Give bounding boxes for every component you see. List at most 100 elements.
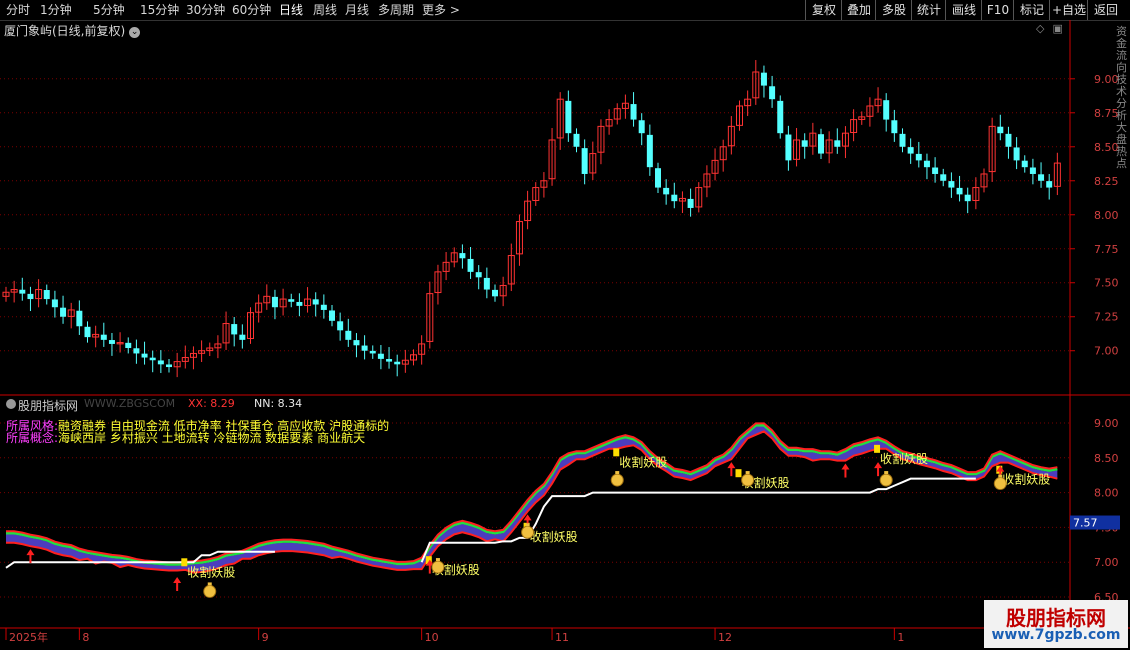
candle-body [915,153,922,161]
candlestick [809,122,817,155]
indicator-header: 股朋指标网 WWW.ZBGSCOM XX: 8.29 NN: 8.34 [0,397,1070,413]
candlestick [386,347,393,369]
candlestick [777,95,784,139]
candlestick [695,182,703,213]
money-bag-icon [431,558,445,574]
candlestick [125,337,132,354]
candlestick [605,109,613,135]
candlestick [51,290,58,318]
up-arrow-icon [727,462,736,477]
candle-body [638,120,645,134]
y-tick-label: 8.25 [1094,175,1119,188]
candlestick [19,277,26,301]
candlestick [108,332,115,356]
candlestick [173,352,181,378]
candlestick [687,188,694,217]
candle-body [899,133,906,147]
candlestick [442,252,450,281]
bag-neck [435,558,440,562]
bag-neck [615,471,620,475]
candle-body [467,258,474,272]
candlestick [532,182,540,206]
candlestick [304,287,312,313]
candlestick [980,168,988,193]
candlestick [1029,158,1036,185]
candlestick [834,128,841,154]
candlestick [369,345,376,359]
candlestick [655,162,661,194]
candlestick [483,267,490,299]
y-axis-sub: 6.507.007.508.008.509.00 [1094,417,1119,604]
candlestick [450,247,458,268]
candlestick [459,244,466,269]
candlestick [353,333,360,358]
candlestick [727,116,735,155]
candle-body [907,147,914,154]
nn-value: NN: 8.34 [254,397,303,410]
bag-neck [525,523,530,527]
candlesticks [2,60,1061,378]
candlestick [84,321,91,343]
candlestick [410,349,417,366]
x-tick-label: 8 [82,631,89,644]
candle-body [1038,174,1045,181]
candlestick [361,335,368,360]
candlestick [288,293,295,308]
candle-body [271,296,278,308]
x-tick-label: 10 [425,631,439,644]
bag-neck [207,582,212,586]
candle-body [108,340,115,344]
candlestick [825,131,833,164]
indicator-name[interactable]: 股朋指标网 [18,397,78,414]
concept-info: 所属概念:海峡西岸 乡村振兴 土地流转 冷链物流 数据要素 商业航天 [6,429,365,446]
candle-body [663,187,670,195]
candle-body [777,100,784,134]
up-arrow-icon [841,463,850,478]
candle-body [337,321,344,331]
y-tick-label: 7.25 [1094,311,1119,324]
candlestick [1038,162,1045,188]
candlestick [948,172,955,198]
candle-body [573,133,580,147]
candlestick [329,305,335,327]
candle-body [27,293,34,300]
candlestick [133,339,140,364]
candle-body [329,310,335,321]
candle-body [834,140,841,147]
candle-body [940,174,947,181]
candlestick [231,317,238,347]
candle-body [948,181,955,188]
candlestick [1013,137,1020,170]
main-grid [0,78,1070,352]
candle-body [19,289,26,294]
candlestick [988,117,996,182]
candlestick [972,177,980,210]
y-tick-label: 7.00 [1094,345,1119,358]
candle-body [1029,167,1036,174]
candlestick [320,294,327,319]
x-tick-label: 12 [718,631,732,644]
candlestick [866,97,874,127]
settings-icon[interactable] [6,399,16,409]
candlestick [198,340,206,363]
white-line [5,477,976,569]
price-chart[interactable]: 收割妖股 收割妖股收割妖股收割妖股收割妖股收割妖股收割妖股 7.007.257.5… [0,0,1130,650]
money-bag-icon [741,471,755,487]
sub-grid [0,422,1070,598]
candle-body [630,104,637,120]
candle-body [932,167,939,174]
candle-body [133,348,140,354]
signal-label: 收割妖股 [619,454,667,469]
up-arrow-icon [26,549,35,564]
candlestick [76,300,83,335]
candlestick [434,264,442,305]
x-tick-label: 11 [555,631,569,644]
signal-label: 收割妖股 [530,529,578,544]
candle-body [84,326,91,338]
candle-body [369,350,376,354]
bag-body [521,525,535,539]
white-line-segment [420,477,976,563]
candlestick [932,157,939,183]
candlestick [92,325,100,348]
candlestick [548,128,556,186]
